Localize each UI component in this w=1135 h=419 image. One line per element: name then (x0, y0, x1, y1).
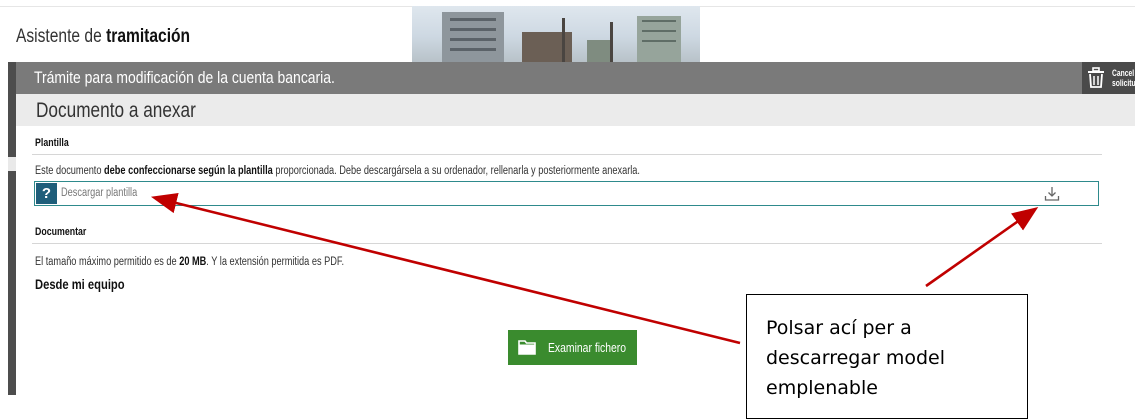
cancel-request-button[interactable]: Cancel solicitu (1082, 62, 1135, 94)
browse-file-label: Examinar fichero (548, 340, 627, 355)
annotation-text: Polsar ací per a descarregar model emple… (766, 317, 946, 399)
annotation-callout: Polsar ací per a descarregar model emple… (746, 294, 1028, 419)
trash-icon (1088, 67, 1104, 88)
procedure-title: Trámite para modificación de la cuenta b… (34, 68, 335, 87)
section-header: Documento a anexar (16, 94, 1135, 126)
divider (32, 243, 1102, 244)
folder-icon (518, 340, 536, 355)
documentar-heading: Documentar (35, 226, 87, 238)
section-title: Documento a anexar (36, 99, 196, 122)
cancel-request-label: Cancel solicitu (1112, 68, 1135, 88)
procedure-bar: Trámite para modificación de la cuenta b… (16, 62, 1082, 94)
download-icon[interactable] (1043, 185, 1061, 203)
file-size-info: El tamaño máximo permitido es de 20 MB. … (35, 256, 345, 268)
help-icon[interactable]: ? (36, 183, 57, 204)
plantilla-heading: Plantilla (35, 137, 69, 149)
arrow-to-download-icon (925, 207, 1039, 288)
header-banner-image (412, 6, 700, 62)
plantilla-description: Este documento debe confeccionarse según… (35, 165, 640, 177)
browse-file-button[interactable]: Examinar fichero (508, 330, 637, 365)
divider (32, 154, 1102, 155)
left-rail (8, 62, 16, 395)
app-title: Asistente de tramitación (16, 26, 191, 47)
upload-source-label: Desde mi equipo (35, 276, 125, 292)
download-template-row[interactable]: ? Descargar plantilla (34, 181, 1099, 206)
arrow-to-download-link (150, 192, 741, 345)
download-template-link[interactable]: Descargar plantilla (61, 187, 137, 199)
